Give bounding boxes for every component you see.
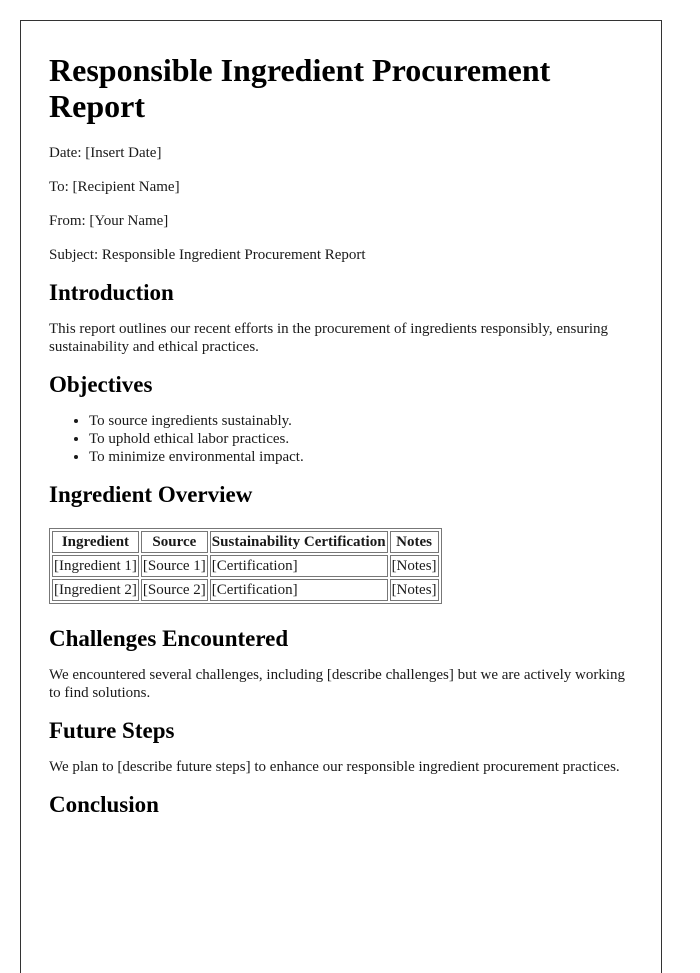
column-header-ingredient: Ingredient xyxy=(52,531,139,553)
introduction-heading: Introduction xyxy=(49,280,174,305)
future-steps-heading: Future Steps xyxy=(49,718,175,743)
report-document: Responsible Ingredient Procurement Repor… xyxy=(20,20,662,973)
cell-source: [Source 2] xyxy=(140,579,208,601)
objective-item: To source ingredients sustainably. xyxy=(89,412,633,430)
objective-item: To uphold ethical labor practices. xyxy=(89,430,633,448)
cell-notes: [Notes] xyxy=(389,555,439,577)
objective-item: To minimize environmental impact. xyxy=(89,448,633,466)
cell-notes: [Notes] xyxy=(389,579,439,601)
meta-date: Date: [Insert Date] xyxy=(49,145,162,161)
meta-to: To: [Recipient Name] xyxy=(49,179,180,195)
cell-certification: [Certification] xyxy=(209,555,388,577)
cell-certification: [Certification] xyxy=(209,579,388,601)
ingredient-overview-heading: Ingredient Overview xyxy=(49,482,253,507)
table-row: [Ingredient 1] [Source 1] [Certification… xyxy=(52,555,439,577)
column-header-certification: Sustainability Certification xyxy=(209,531,388,553)
section-objectives: Objectives To source ingredients sustain… xyxy=(49,372,633,466)
cell-ingredient: [Ingredient 1] xyxy=(52,555,139,577)
meta-subject: Subject: Responsible Ingredient Procurem… xyxy=(49,247,366,263)
column-header-source: Source xyxy=(140,531,208,553)
future-steps-body: We plan to [describe future steps] to en… xyxy=(49,759,620,775)
ingredient-table: Ingredient Source Sustainability Certifi… xyxy=(49,528,442,604)
table-header-row: Ingredient Source Sustainability Certifi… xyxy=(52,531,439,553)
report-meta: Date: [Insert Date] To: [Recipient Name]… xyxy=(49,144,633,264)
section-future-steps: Future Steps We plan to [describe future… xyxy=(49,718,633,776)
challenges-body: We encountered several challenges, inclu… xyxy=(49,667,626,701)
section-ingredient-overview: Ingredient Overview Ingredient Source Su… xyxy=(49,482,633,604)
conclusion-heading: Conclusion xyxy=(49,792,159,817)
introduction-body: This report outlines our recent efforts … xyxy=(49,321,609,355)
table-row: [Ingredient 2] [Source 2] [Certification… xyxy=(52,579,439,601)
cell-source: [Source 1] xyxy=(140,555,208,577)
objectives-list: To source ingredients sustainably. To up… xyxy=(49,412,633,466)
section-challenges: Challenges Encountered We encountered se… xyxy=(49,626,633,702)
column-header-notes: Notes xyxy=(389,531,439,553)
meta-from: From: [Your Name] xyxy=(49,213,169,229)
report-title: Responsible Ingredient Procurement Repor… xyxy=(49,52,551,124)
challenges-heading: Challenges Encountered xyxy=(49,626,289,651)
objectives-heading: Objectives xyxy=(49,372,153,397)
cell-ingredient: [Ingredient 2] xyxy=(52,579,139,601)
section-introduction: Introduction This report outlines our re… xyxy=(49,280,633,356)
section-conclusion: Conclusion xyxy=(49,792,633,818)
